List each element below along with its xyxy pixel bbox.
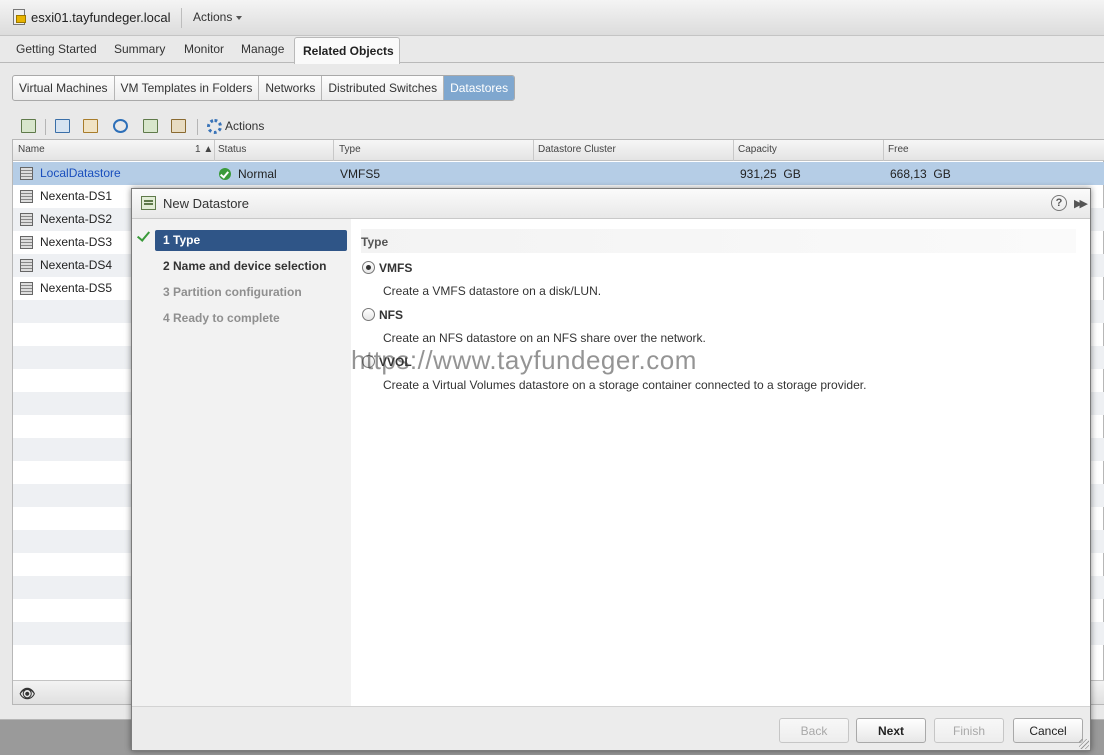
column-divider[interactable] — [733, 140, 734, 161]
datastore-icon — [20, 167, 33, 180]
datastore-name[interactable]: Nexenta-DS4 — [40, 258, 112, 272]
datastore-name[interactable]: Nexenta-DS5 — [40, 281, 112, 295]
watermark: https://www.tayfundeger.com — [351, 345, 697, 375]
object-titlebar: esxi01.tayfundeger.local Actions — [0, 0, 1104, 36]
wizard-step-type[interactable]: 1 Type — [155, 230, 347, 251]
datastore-icon — [20, 190, 33, 203]
vvol-description: Create a Virtual Volumes datastore on a … — [383, 378, 867, 392]
column-divider[interactable] — [533, 140, 534, 161]
new-datastore-icon[interactable] — [21, 119, 36, 133]
datastore-free: 668,13 GB — [890, 167, 951, 181]
column-header-name[interactable]: Name — [18, 144, 45, 155]
gear-icon[interactable] — [207, 119, 222, 134]
datastore-icon — [20, 259, 33, 272]
related-objects-subtabs: Virtual Machines VM Templates in Folders… — [12, 75, 516, 101]
wizard-step-name-device[interactable]: 2 Name and device selection — [155, 256, 347, 277]
column-header-status[interactable]: Status — [218, 144, 246, 155]
vmfs-radio[interactable] — [362, 261, 375, 274]
expand-icon[interactable]: ▶▶ — [1074, 197, 1088, 210]
datastore-capacity: 931,25 GB — [740, 167, 801, 181]
column-header-datastore-cluster[interactable]: Datastore Cluster — [538, 144, 616, 155]
increase-capacity-icon[interactable] — [143, 119, 158, 133]
datastore-name[interactable]: Nexenta-DS2 — [40, 212, 112, 226]
object-tabs: Getting Started Summary Monitor Manage R… — [0, 36, 1104, 64]
tab-related-objects[interactable]: Related Objects — [294, 37, 400, 64]
section-title: Type — [361, 229, 1076, 253]
wizard-step-ready: 4 Ready to complete — [163, 311, 280, 325]
column-divider[interactable] — [333, 140, 334, 161]
wizard-steps: 1 Type 2 Name and device selection 3 Par… — [132, 219, 351, 706]
host-actions-menu[interactable]: Actions — [193, 10, 243, 24]
vmfs-description: Create a VMFS datastore on a disk/LUN. — [383, 284, 602, 298]
refresh-icon[interactable] — [113, 119, 128, 133]
nfs-label[interactable]: NFS — [379, 308, 403, 322]
subtab-virtual-machines[interactable]: Virtual Machines — [13, 76, 115, 100]
tab-getting-started[interactable]: Getting Started — [16, 42, 97, 56]
datastore-type: VMFS5 — [340, 167, 381, 181]
toolbar-separator — [45, 119, 46, 135]
datastore-icon — [20, 236, 33, 249]
tab-monitor[interactable]: Monitor — [184, 42, 224, 56]
resize-handle[interactable] — [1079, 739, 1089, 749]
table-row[interactable]: LocalDatastore Normal VMFS5 931,25 GB 66… — [13, 162, 1104, 185]
register-vm-icon[interactable] — [55, 119, 70, 133]
next-button[interactable]: Next — [856, 718, 926, 743]
binoculars-icon[interactable]: 👁 — [19, 686, 36, 702]
help-icon[interactable]: ? — [1051, 195, 1067, 211]
tab-manage[interactable]: Manage — [241, 42, 284, 56]
toolbar-actions-label: Actions — [225, 119, 265, 133]
sort-indicator: 1 ▲ — [195, 144, 214, 155]
column-header-type[interactable]: Type — [339, 144, 361, 155]
nfs-description: Create an NFS datastore on an NFS share … — [383, 331, 706, 345]
tab-summary[interactable]: Summary — [114, 42, 165, 56]
back-button[interactable]: Back — [779, 718, 849, 743]
grid-header: Name 1 ▲ Status Type Datastore Cluster C… — [13, 140, 1104, 161]
browse-files-icon[interactable] — [83, 119, 98, 133]
wizard-content: Type VMFS Create a VMFS datastore on a d… — [351, 219, 1090, 706]
status-ok-icon — [219, 168, 231, 180]
subtab-networks[interactable]: Networks — [259, 76, 323, 100]
new-datastore-icon — [141, 196, 156, 210]
cancel-button[interactable]: Cancel — [1013, 718, 1083, 743]
datastore-name[interactable]: Nexenta-DS1 — [40, 189, 112, 203]
subtab-distributed-switches[interactable]: Distributed Switches — [322, 76, 445, 100]
subtab-vm-templates[interactable]: VM Templates in Folders — [115, 76, 260, 100]
column-divider[interactable] — [883, 140, 884, 161]
titlebar-separator — [181, 8, 182, 28]
column-header-capacity[interactable]: Capacity — [738, 144, 777, 155]
host-actions-label: Actions — [193, 10, 233, 24]
toolbar-separator — [197, 119, 198, 135]
column-divider[interactable] — [214, 140, 215, 161]
finish-button[interactable]: Finish — [934, 718, 1004, 743]
subtab-datastores[interactable]: Datastores — [444, 76, 515, 100]
datastore-status: Normal — [238, 167, 277, 181]
host-title: esxi01.tayfundeger.local — [31, 10, 171, 25]
check-icon — [138, 232, 150, 241]
datastore-settings-icon[interactable] — [171, 119, 186, 133]
column-header-free[interactable]: Free — [888, 144, 909, 155]
datastore-icon — [20, 282, 33, 295]
chevron-down-icon — [236, 15, 243, 20]
host-warning-icon — [13, 9, 26, 25]
datastore-icon — [20, 213, 33, 226]
vmfs-label[interactable]: VMFS — [379, 261, 412, 275]
wizard-step-partition: 3 Partition configuration — [163, 285, 302, 299]
datastore-name[interactable]: Nexenta-DS3 — [40, 235, 112, 249]
dialog-footer: Back Next Finish Cancel — [132, 706, 1090, 750]
nfs-radio[interactable] — [362, 308, 375, 321]
dialog-header: New Datastore ? ▶▶ — [132, 189, 1090, 219]
datastore-name[interactable]: LocalDatastore — [40, 166, 121, 180]
new-datastore-dialog: New Datastore ? ▶▶ 1 Type 2 Name and dev… — [131, 188, 1091, 751]
dialog-title: New Datastore — [163, 196, 249, 211]
